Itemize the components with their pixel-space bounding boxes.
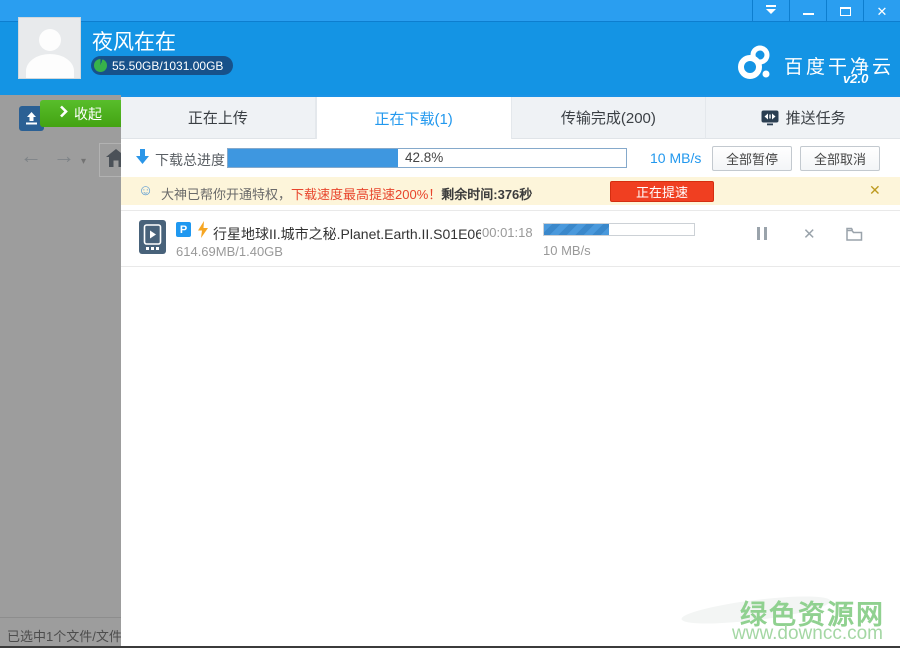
quota-usage-icon <box>94 59 107 72</box>
maximize-icon <box>840 7 851 16</box>
lightning-icon <box>197 221 209 243</box>
boosting-button[interactable]: 正在提速 <box>610 181 714 202</box>
smiley-icon: ☺ <box>138 182 153 200</box>
collapse-window-button[interactable] <box>752 0 789 22</box>
promo-time-remaining: 剩余时间:376秒 <box>441 187 532 202</box>
item-progress-fill <box>544 224 609 235</box>
close-icon: ✕ <box>877 5 888 18</box>
collapse-window-icon <box>765 2 777 20</box>
push-task-icon <box>761 110 779 126</box>
title-bar: ✕ <box>0 0 900 22</box>
back-arrow-icon[interactable]: ← <box>20 145 42 167</box>
transfer-panel: 正在上传 正在下载(1) 传输完成(200) 推送任务 下载总进度 42.8% … <box>121 95 900 646</box>
brand-version: v2.0 <box>843 71 868 86</box>
tab-completed[interactable]: 传输完成(200) <box>512 97 707 139</box>
selection-status-text: 已选中1个文件/文件 <box>0 617 121 645</box>
elapsed-time: 00:01:18 <box>482 225 533 240</box>
speed-boost-banner: ☺ 大神已帮你开通特权，下载速度最高提速200%！剩余时间:376秒 正在提速 … <box>121 177 900 205</box>
brand-logo: 百度干净云 <box>738 44 894 85</box>
avatar[interactable] <box>18 17 81 79</box>
file-size-progress: 614.69MB/1.40GB <box>176 244 283 259</box>
avatar-silhouette <box>39 29 61 51</box>
overall-progress-row: 下载总进度 42.8% 10 MB/s 全部暂停 全部取消 <box>121 139 900 177</box>
promo-text-highlight: 下载速度最高提速200%！ <box>291 187 441 202</box>
pause-icon <box>757 227 767 240</box>
cancel-item-button[interactable]: ✕ <box>803 228 816 241</box>
promo-text-intro: 大神已帮你开通特权， <box>161 187 291 202</box>
item-speed: 10 MB/s <box>543 243 591 258</box>
open-folder-button[interactable] <box>846 227 863 246</box>
storage-quota-pill: 55.50GB/1031.00GB <box>91 56 233 75</box>
forward-arrow-icon[interactable]: → <box>53 145 75 167</box>
minimize-icon <box>803 13 814 15</box>
collapse-label: 收起 <box>74 104 102 124</box>
overall-progress-fill <box>228 149 398 167</box>
dimmed-background-sidebar: 收起 ← → ▾ 已选中1个文件/文件 <box>0 95 121 646</box>
folder-icon <box>846 227 863 246</box>
window-bottom-border <box>0 646 900 648</box>
watermark-url: www.downcc.com <box>732 623 883 645</box>
overall-progress-percent: 42.8% <box>405 150 443 165</box>
tab-downloading[interactable]: 正在下载(1) <box>316 97 512 139</box>
p2p-badge: P <box>176 222 191 237</box>
baidu-cloud-icon <box>738 44 776 85</box>
tab-uploading[interactable]: 正在上传 <box>121 97 316 139</box>
minimize-button[interactable] <box>789 0 826 22</box>
history-caret-icon[interactable]: ▾ <box>81 156 86 167</box>
download-arrow-icon <box>136 149 149 169</box>
cancel-all-button[interactable]: 全部取消 <box>800 146 880 171</box>
home-button[interactable] <box>99 143 121 177</box>
download-item-row[interactable]: P 行星地球II.城市之秘.Planet.Earth.II.S01E06.C..… <box>121 210 900 267</box>
tab-push-task[interactable]: 推送任务 <box>706 97 900 139</box>
quota-text: 55.50GB/1031.00GB <box>112 59 223 73</box>
transfer-tabbar: 正在上传 正在下载(1) 传输完成(200) 推送任务 <box>121 95 900 139</box>
file-name: 行星地球II.城市之秘.Planet.Earth.II.S01E06.C... <box>213 224 481 244</box>
username: 夜风在在 <box>92 26 176 56</box>
collapse-panel-button[interactable]: 收起 <box>40 100 121 127</box>
home-icon <box>106 149 121 172</box>
brand-name: 百度干净云 <box>784 52 894 79</box>
banner-close-icon[interactable]: ✕ <box>869 182 881 199</box>
pause-all-button[interactable]: 全部暂停 <box>712 146 792 171</box>
overall-progress-label: 下载总进度 <box>155 150 225 170</box>
pause-item-button[interactable] <box>757 227 767 240</box>
item-progress-bar <box>543 223 695 236</box>
close-button[interactable]: ✕ <box>863 0 900 22</box>
app-header: ✕ 夜风在在 55.50GB/1031.00GB 百度干净云 v2.0 <box>0 0 900 95</box>
maximize-button[interactable] <box>826 0 863 22</box>
cancel-icon: ✕ <box>803 228 816 241</box>
video-file-icon <box>139 220 166 259</box>
overall-speed: 10 MB/s <box>650 150 701 166</box>
chevron-right-icon <box>59 105 68 123</box>
